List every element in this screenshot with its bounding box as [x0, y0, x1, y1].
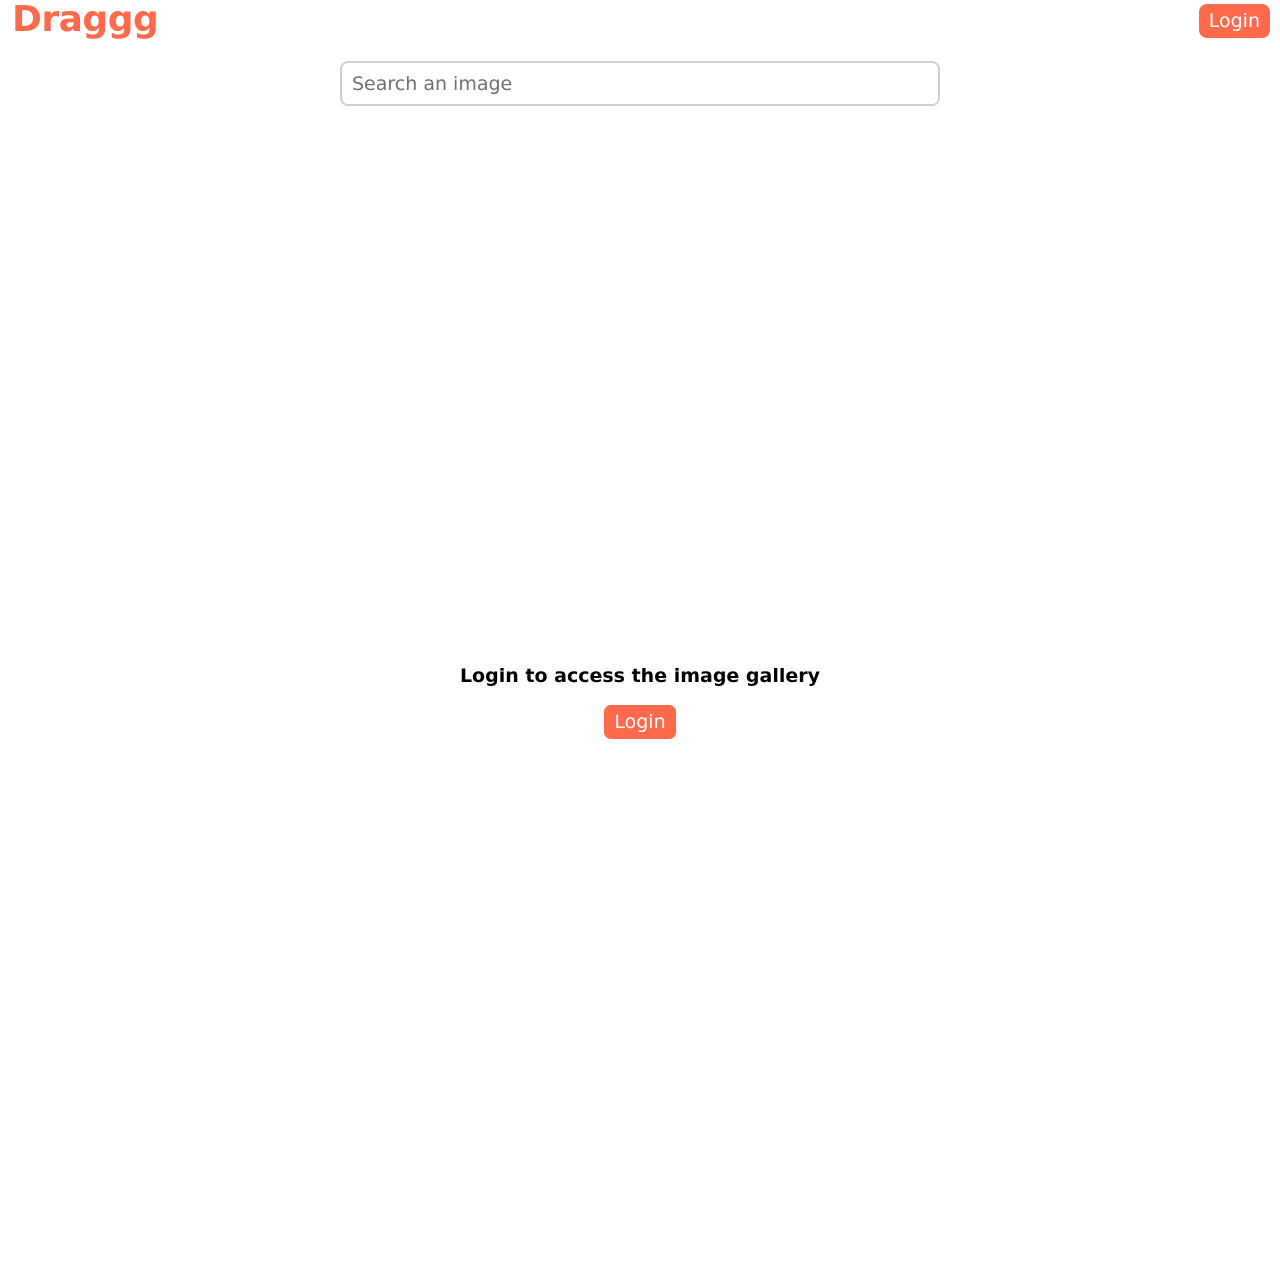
search-input[interactable]: [340, 61, 940, 106]
login-prompt: Login to access the image gallery Login: [0, 662, 1280, 739]
login-prompt-text: Login to access the image gallery: [459, 665, 821, 687]
gallery-login-button[interactable]: Login: [604, 705, 676, 739]
app-logo[interactable]: Draggg: [12, 0, 159, 42]
header-login-button[interactable]: Login: [1198, 4, 1270, 38]
